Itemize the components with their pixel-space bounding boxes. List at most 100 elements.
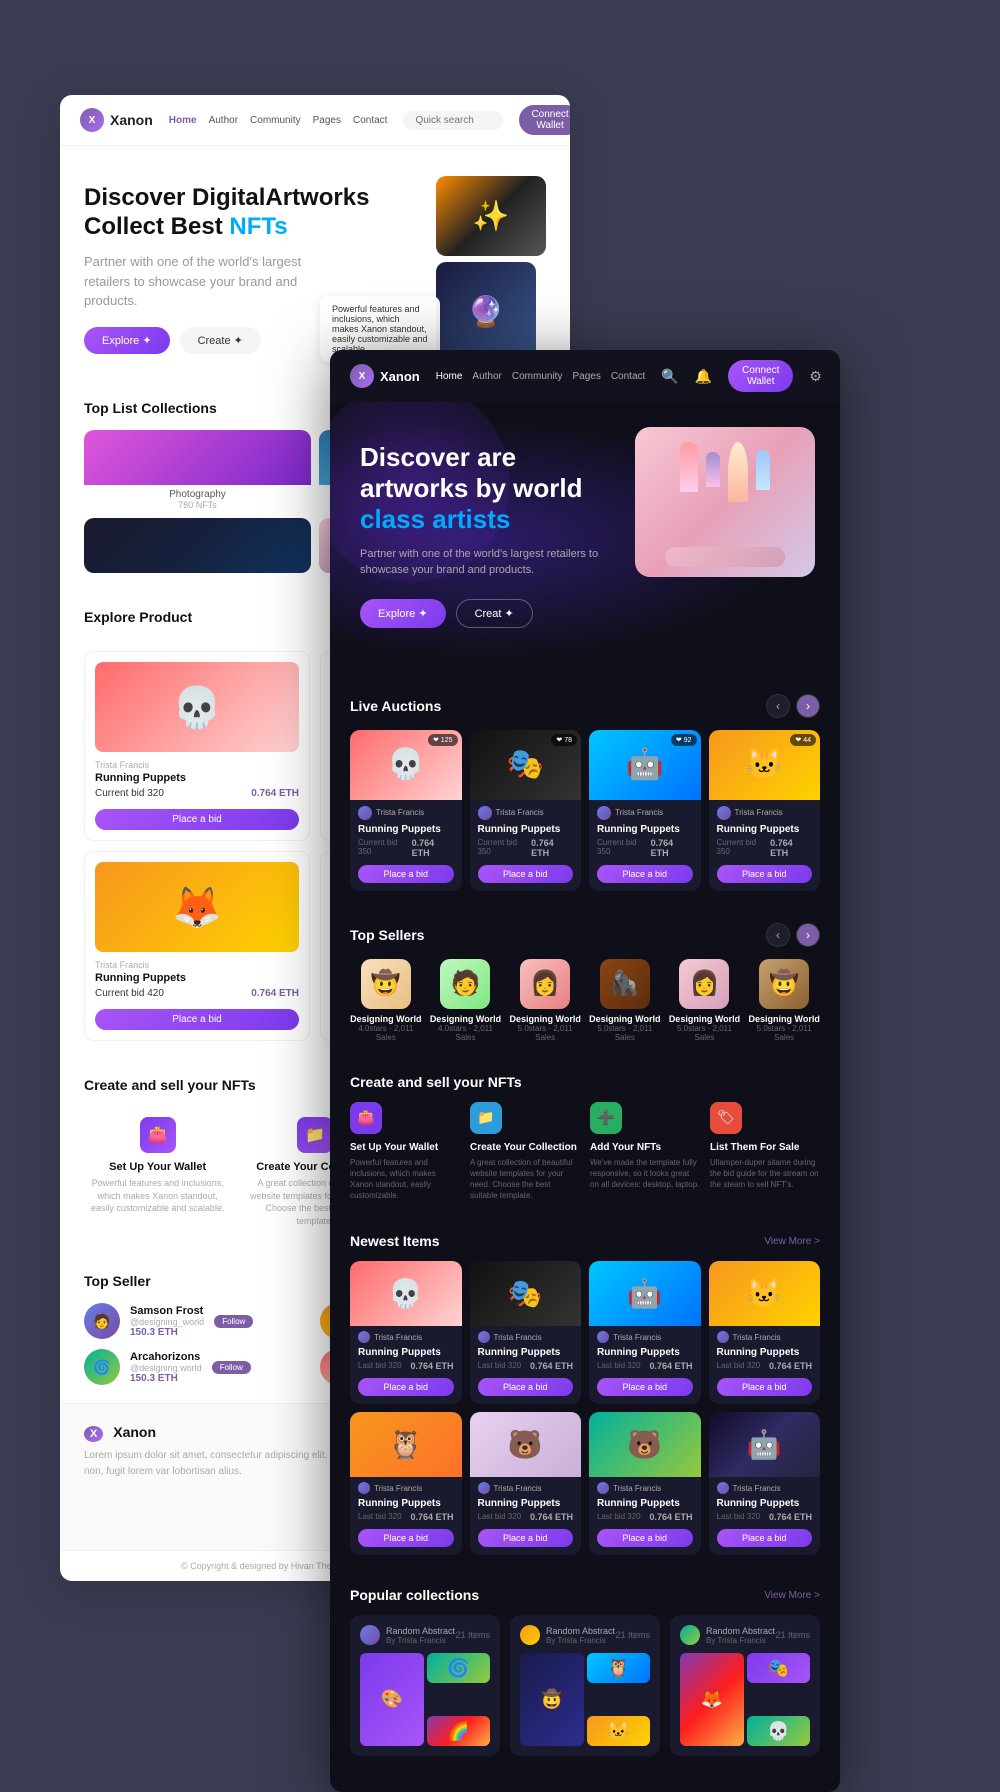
auction-badge-2: ❤ 78 (551, 734, 577, 746)
explore-button[interactable]: Explore ✦ (84, 327, 170, 354)
dark-explore-button[interactable]: Explore ✦ (360, 599, 446, 628)
sellers-next[interactable]: › (796, 923, 820, 947)
dark-seller-img-6: 🤠 (759, 959, 809, 1009)
newest-bid-4[interactable]: Place a bid (717, 1378, 813, 1396)
newest-view-more[interactable]: View More > (764, 1236, 820, 1247)
auction-card-4: 🐱 ❤ 44 Trista Francis Running Puppets Cu… (709, 730, 821, 891)
newest-author-8: Trista Francis (709, 1477, 821, 1496)
auction-bid-btn-1[interactable]: Place a bid (358, 865, 454, 883)
newest-grid: 💀 Trista Francis Running Puppets Last bi… (350, 1261, 820, 1555)
auction-bid-btn-4[interactable]: Place a bid (717, 865, 813, 883)
auction-avatar-4 (717, 806, 731, 820)
light-connect-button[interactable]: Connect Wallet (519, 105, 570, 135)
hero-art-1: ✨ (436, 176, 546, 256)
dark-seller-5[interactable]: 👩 Designing World 5.0stars · 2,011 Sales (669, 959, 741, 1042)
light-hero-subtitle: Partner with one of the world's largest … (84, 252, 304, 311)
light-navbar: X Xanon Home Author Community Pages Cont… (60, 95, 570, 146)
dark-nav-community[interactable]: Community (512, 371, 563, 382)
newest-avatar-5 (358, 1482, 370, 1494)
auction-bid-btn-2[interactable]: Place a bid (478, 865, 574, 883)
newest-title: Newest Items (350, 1233, 439, 1249)
newest-section: Newest Items View More > 💀 Trista Franci… (330, 1217, 840, 1571)
notification-icon[interactable]: 🔔 (695, 368, 712, 385)
product-name-1: Running Puppets (95, 772, 299, 784)
popular-small-img-1b: 🌈 (427, 1716, 491, 1746)
newest-bid-6[interactable]: Place a bid (478, 1529, 574, 1547)
popular-card-3[interactable]: Random Abstract By Trista Francis 21 Ite… (670, 1615, 820, 1756)
newest-card-5: 🦉 Trista Francis Running Puppets Last bi… (350, 1412, 462, 1555)
dark-seller-3[interactable]: 👩 Designing World 5.0stars · 2,011 Sales (509, 959, 581, 1042)
auction-bid-btn-3[interactable]: Place a bid (597, 865, 693, 883)
next-dot[interactable]: › (796, 694, 820, 718)
dark-logo[interactable]: X Xanon (350, 364, 420, 388)
dark-search-icon[interactable]: 🔍 (661, 368, 678, 385)
bid-button-3[interactable]: Place a bid (95, 1009, 299, 1030)
popular-card-2[interactable]: Random Abstract By Trista Francis 21 Ite… (510, 1615, 660, 1756)
dark-brand-name: Xanon (380, 369, 420, 384)
create-button[interactable]: Create ✦ (180, 327, 261, 354)
auctions-grid: 💀 ❤ 125 Trista Francis Running Puppets C… (350, 730, 820, 891)
dark-seller-4[interactable]: 🦍 Designing World 5.0stars · 2,011 Sales (589, 959, 661, 1042)
newest-bid-3[interactable]: Place a bid (597, 1378, 693, 1396)
follow-button-1[interactable]: Follow (214, 1315, 253, 1328)
prev-dot[interactable]: ‹ (766, 694, 790, 718)
logo-icon: X (80, 108, 104, 132)
dark-nav-contact[interactable]: Contact (611, 371, 645, 382)
auction-badge-4: ❤ 44 (790, 734, 816, 746)
dark-nav-author[interactable]: Author (472, 371, 501, 382)
newest-avatar-7 (597, 1482, 609, 1494)
follow-button-3[interactable]: Follow (212, 1361, 251, 1374)
auction-avatar-3 (597, 806, 611, 820)
dark-panel: X Xanon Home Author Community Pages Cont… (330, 350, 840, 1792)
newest-bid-7[interactable]: Place a bid (597, 1529, 693, 1547)
newest-bid-5[interactable]: Place a bid (358, 1529, 454, 1547)
settings-icon[interactable]: ⚙ (809, 368, 822, 385)
dark-step-1: 👛 Set Up Your Wallet Powerful features a… (350, 1102, 460, 1202)
collection-icon: 📁 (297, 1117, 333, 1153)
nav-pages[interactable]: Pages (313, 115, 341, 126)
popular-small-img-2b: 🐱 (587, 1716, 651, 1746)
newest-img-1: 💀 (350, 1261, 462, 1326)
explore-title: Explore Product (84, 609, 192, 625)
product-img-1: 💀 (95, 662, 299, 752)
popular-section: Popular collections View More > Random A… (330, 1571, 840, 1772)
dark-create-button[interactable]: Creat ✦ (456, 599, 533, 628)
newest-bid-8[interactable]: Place a bid (717, 1529, 813, 1547)
newest-avatar-8 (717, 1482, 729, 1494)
nav-contact[interactable]: Contact (353, 115, 387, 126)
dark-connect-button[interactable]: Connect Wallet (728, 360, 793, 392)
popular-card-1[interactable]: Random Abstract By Trista Francis 21 Ite… (350, 1615, 500, 1756)
nav-home[interactable]: Home (169, 115, 197, 126)
dark-seller-1[interactable]: 🤠 Designing World 4.0stars · 2,011 Sales (350, 959, 422, 1042)
footer-brand-name: X Xanon (84, 1424, 372, 1440)
auction-body-1: Running Puppets Current bid 350 0.764 ET… (350, 822, 462, 891)
collection-card-3[interactable] (84, 518, 311, 573)
nav-community[interactable]: Community (250, 115, 301, 126)
popular-small-img-1a: 🌀 (427, 1653, 491, 1683)
footer-desc: Lorem ipsum dolor sit amet, consectetur … (84, 1448, 372, 1480)
bid-button-1[interactable]: Place a bid (95, 809, 299, 830)
auction-card-3: 🤖 ❤ 92 Trista Francis Running Puppets Cu… (589, 730, 701, 891)
dark-seller-6[interactable]: 🤠 Designing World 5.0stars · 2,011 Sales (748, 959, 820, 1042)
dark-seller-2[interactable]: 🧑 Designing World 4.0stars · 2,011 Sales (430, 959, 502, 1042)
popular-card-header-1: Random Abstract By Trista Francis 21 Ite… (360, 1625, 490, 1645)
sellers-prev[interactable]: ‹ (766, 923, 790, 947)
auction-author-2: Trista Francis (470, 800, 582, 822)
light-logo[interactable]: X Xanon (80, 108, 153, 132)
auctions-header: Live Auctions ‹ › (350, 694, 820, 718)
popular-header: Popular collections View More > (350, 1587, 820, 1603)
popular-view-more[interactable]: View More > (764, 1590, 820, 1601)
popular-imgs-3: 🦊 🎭 💀 (680, 1653, 810, 1746)
dark-nav-home[interactable]: Home (436, 371, 463, 382)
light-search-input[interactable] (403, 111, 503, 130)
light-hero-title: Discover DigitalArtworks Collect Best NF… (84, 184, 436, 242)
collection-card-1[interactable]: Photography 780 NFTs (84, 430, 311, 510)
newest-bid-1[interactable]: Place a bid (358, 1378, 454, 1396)
seller-info-1: Samson Frost @designing_world 150.3 ETH (130, 1305, 204, 1338)
newest-bid-2[interactable]: Place a bid (478, 1378, 574, 1396)
dark-nav-pages[interactable]: Pages (572, 371, 600, 382)
nav-author[interactable]: Author (209, 115, 238, 126)
newest-avatar-6 (478, 1482, 490, 1494)
dark-hero-art (630, 422, 820, 582)
light-nav-links: Home Author Community Pages Contact (169, 115, 388, 126)
